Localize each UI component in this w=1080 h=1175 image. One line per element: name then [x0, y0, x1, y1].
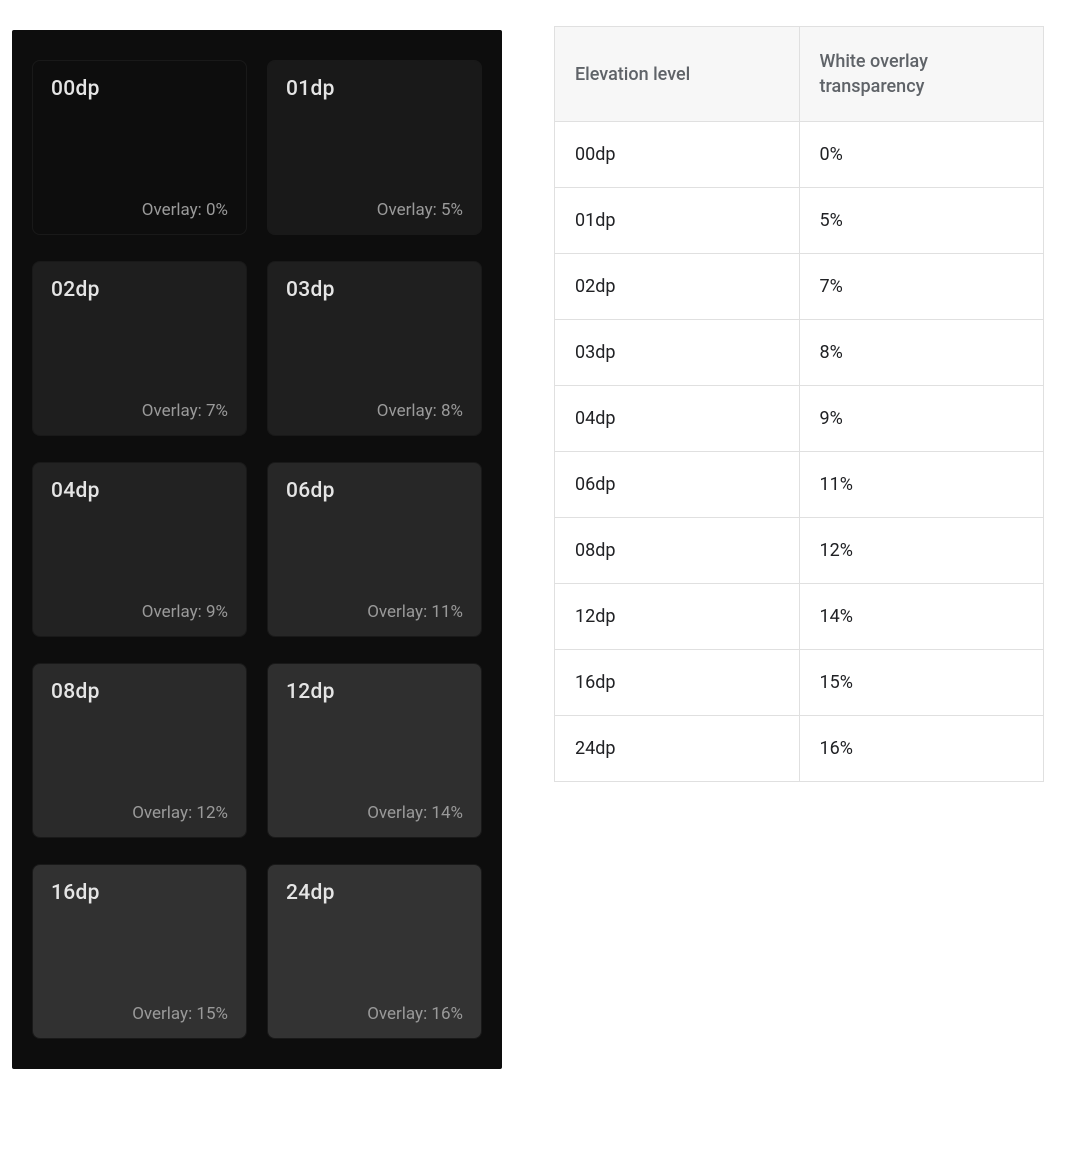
elevation-card-title: 08dp: [51, 680, 100, 704]
elevation-card: 00dp Overlay: 0%: [32, 60, 247, 235]
elevation-card-title: 02dp: [51, 278, 100, 302]
elevation-card-overlay-label: Overlay: 16%: [367, 1004, 463, 1024]
table-row: 16dp15%: [555, 650, 1044, 716]
elevation-table-head: Elevation level White overlay transparen…: [555, 27, 1044, 122]
table-cell-transparency: 16%: [799, 716, 1044, 782]
table-row: 02dp7%: [555, 254, 1044, 320]
elevation-card-title: 12dp: [286, 680, 335, 704]
elevation-card-title: 06dp: [286, 479, 335, 503]
table-cell-transparency: 11%: [799, 452, 1044, 518]
table-header-elevation: Elevation level: [555, 27, 800, 122]
elevation-card-overlay-label: Overlay: 8%: [377, 401, 463, 421]
elevation-card-grid: 00dp Overlay: 0% 01dp Overlay: 5% 02dp Overla…: [32, 60, 482, 1039]
table-row: 01dp5%: [555, 188, 1044, 254]
table-row: 00dp0%: [555, 122, 1044, 188]
table-cell-transparency: 12%: [799, 518, 1044, 584]
table-cell-elevation: 06dp: [555, 452, 800, 518]
table-cell-elevation: 03dp: [555, 320, 800, 386]
elevation-card-overlay-label: Overlay: 7%: [142, 401, 228, 421]
elevation-table-body: 00dp0%01dp5%02dp7%03dp8%04dp9%06dp11%08d…: [555, 122, 1044, 782]
table-row: 08dp12%: [555, 518, 1044, 584]
table-cell-elevation: 16dp: [555, 650, 800, 716]
elevation-card-title: 00dp: [51, 77, 100, 101]
elevation-card-overlay-label: Overlay: 14%: [367, 803, 463, 823]
elevation-card: 06dp Overlay: 11%: [267, 462, 482, 637]
table-cell-elevation: 04dp: [555, 386, 800, 452]
elevation-card-title: 24dp: [286, 881, 335, 905]
table-cell-transparency: 5%: [799, 188, 1044, 254]
table-cell-transparency: 0%: [799, 122, 1044, 188]
table-cell-elevation: 24dp: [555, 716, 800, 782]
elevation-card-overlay-label: Overlay: 11%: [367, 602, 463, 622]
elevation-table: Elevation level White overlay transparen…: [554, 26, 1044, 782]
elevation-card-overlay-label: Overlay: 9%: [142, 602, 228, 622]
elevation-table-header-row: Elevation level White overlay transparen…: [555, 27, 1044, 122]
elevation-card-overlay-label: Overlay: 5%: [377, 200, 463, 220]
elevation-card: 12dp Overlay: 14%: [267, 663, 482, 838]
elevation-card: 16dp Overlay: 15%: [32, 864, 247, 1039]
elevation-card-overlay-label: Overlay: 0%: [142, 200, 228, 220]
table-row: 12dp14%: [555, 584, 1044, 650]
elevation-card-overlay-label: Overlay: 15%: [132, 1004, 228, 1024]
table-cell-transparency: 15%: [799, 650, 1044, 716]
elevation-card-overlay-label: Overlay: 12%: [132, 803, 228, 823]
elevation-card: 24dp Overlay: 16%: [267, 864, 482, 1039]
elevation-dark-panel: 00dp Overlay: 0% 01dp Overlay: 5% 02dp Overla…: [12, 30, 502, 1069]
elevation-card: 03dp Overlay: 8%: [267, 261, 482, 436]
elevation-card-title: 03dp: [286, 278, 335, 302]
elevation-card-title: 16dp: [51, 881, 100, 905]
elevation-card-title: 01dp: [286, 77, 335, 101]
elevation-table-container: Elevation level White overlay transparen…: [554, 26, 1044, 782]
elevation-card: 04dp Overlay: 9%: [32, 462, 247, 637]
table-row: 04dp9%: [555, 386, 1044, 452]
table-cell-elevation: 12dp: [555, 584, 800, 650]
elevation-card: 08dp Overlay: 12%: [32, 663, 247, 838]
elevation-card: 01dp Overlay: 5%: [267, 60, 482, 235]
table-row: 03dp8%: [555, 320, 1044, 386]
table-cell-transparency: 9%: [799, 386, 1044, 452]
table-cell-elevation: 02dp: [555, 254, 800, 320]
table-cell-elevation: 00dp: [555, 122, 800, 188]
table-header-transparency: White overlay transparency: [799, 27, 1044, 122]
table-cell-transparency: 14%: [799, 584, 1044, 650]
page-root: 00dp Overlay: 0% 01dp Overlay: 5% 02dp Overla…: [0, 0, 1080, 1175]
elevation-card: 02dp Overlay: 7%: [32, 261, 247, 436]
table-cell-elevation: 01dp: [555, 188, 800, 254]
table-row: 24dp16%: [555, 716, 1044, 782]
table-cell-transparency: 7%: [799, 254, 1044, 320]
table-cell-elevation: 08dp: [555, 518, 800, 584]
table-cell-transparency: 8%: [799, 320, 1044, 386]
elevation-card-title: 04dp: [51, 479, 100, 503]
table-row: 06dp11%: [555, 452, 1044, 518]
